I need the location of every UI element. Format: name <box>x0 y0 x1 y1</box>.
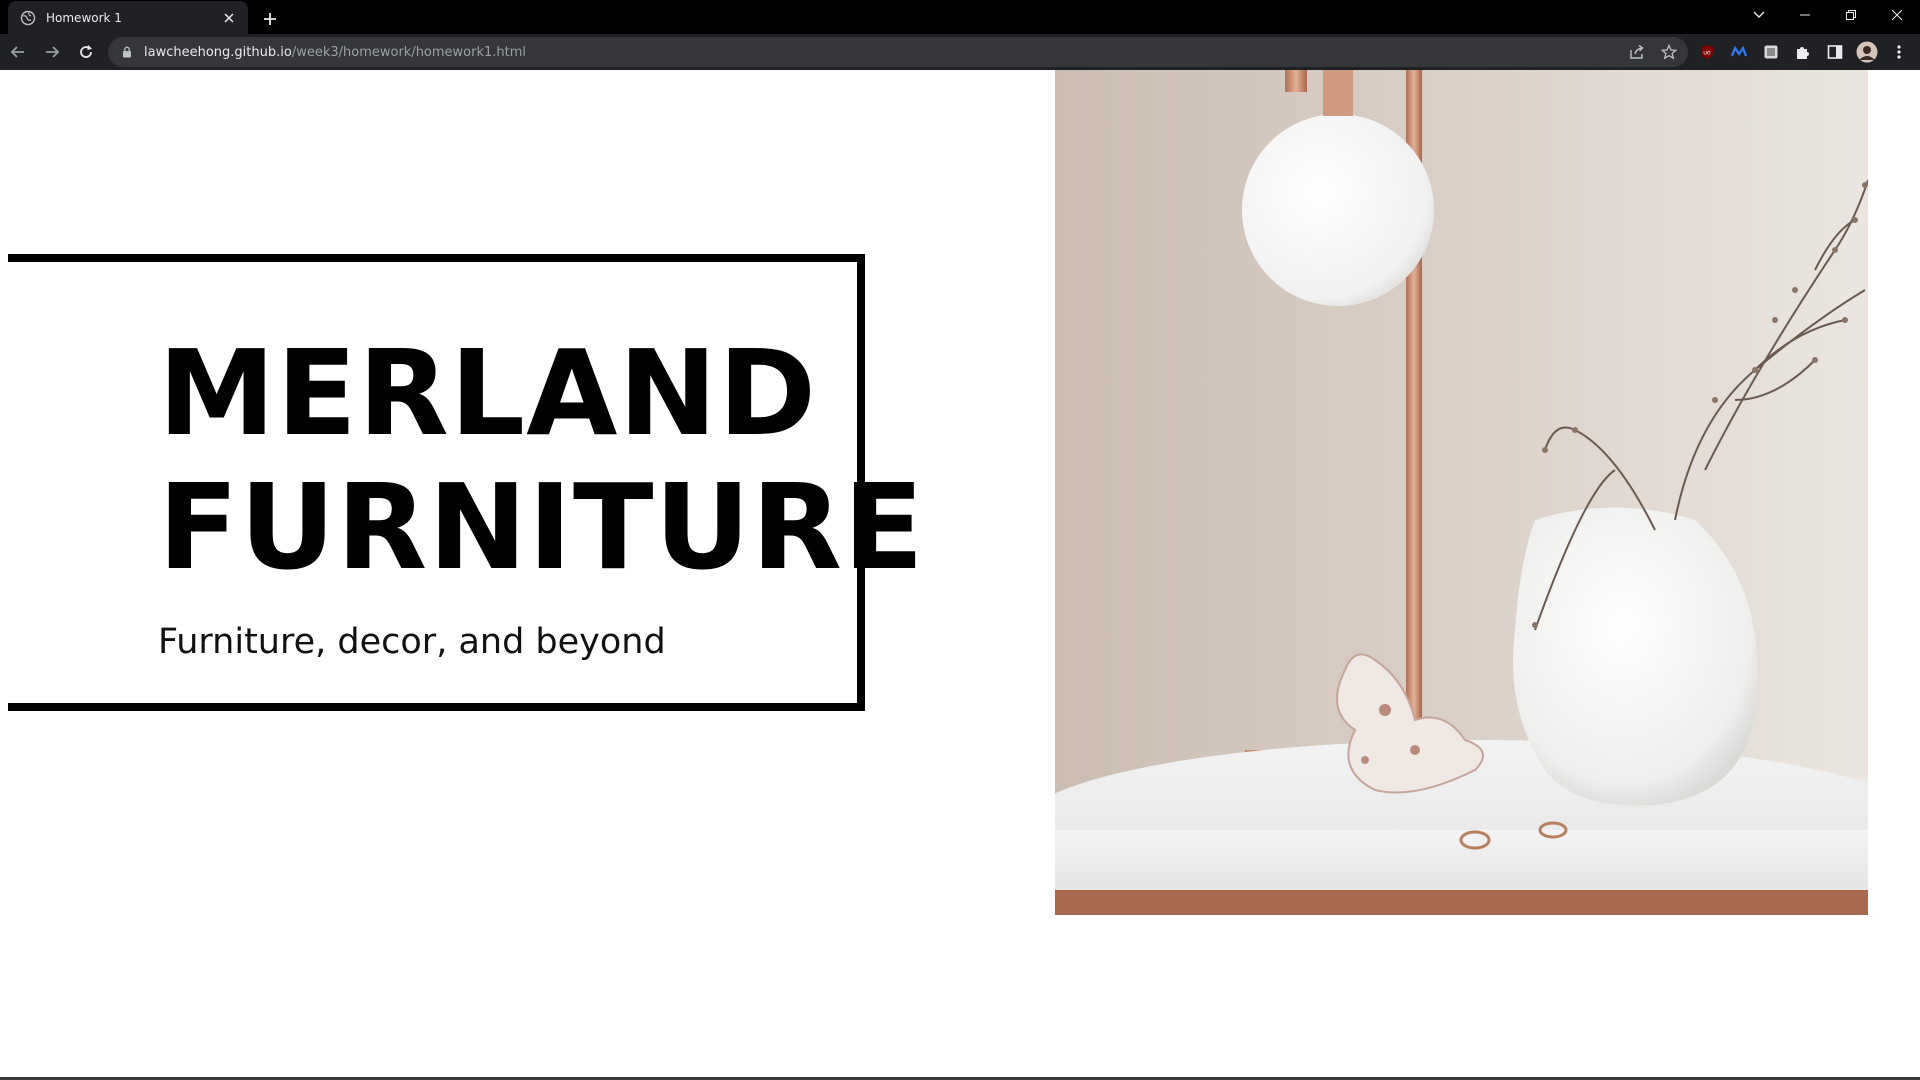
arrow-right-icon <box>46 46 60 58</box>
tab-search-button[interactable] <box>1736 0 1782 30</box>
back-button[interactable] <box>2 36 34 68</box>
brand-title-line-2: FURNITURE <box>158 458 925 596</box>
globe-icon <box>20 10 36 26</box>
close-icon <box>1892 10 1902 20</box>
tab-title: Homework 1 <box>46 10 122 25</box>
reload-icon <box>80 45 92 58</box>
tagline: Furniture, decor, and beyond <box>158 622 666 662</box>
minimize-button[interactable] <box>1782 0 1828 30</box>
puzzle-icon[interactable] <box>1790 39 1816 65</box>
extension-m-icon[interactable] <box>1726 39 1752 65</box>
side-panel-icon[interactable] <box>1822 39 1848 65</box>
kebab-menu-icon[interactable] <box>1886 39 1912 65</box>
share-icon[interactable] <box>1626 41 1648 63</box>
arrow-left-icon <box>10 46 24 58</box>
bookmark-star-icon[interactable] <box>1658 41 1680 63</box>
reload-button[interactable] <box>70 36 102 68</box>
browser-toolbar: lawcheehong.github.io/week3/homework/hom… <box>0 34 1920 70</box>
brand-title-line-1: MERLAND <box>158 324 818 462</box>
address-bar[interactable]: lawcheehong.github.io/week3/homework/hom… <box>108 37 1688 67</box>
close-window-button[interactable] <box>1874 0 1920 30</box>
avatar[interactable] <box>1854 39 1880 65</box>
minimize-icon <box>1800 14 1810 16</box>
restore-icon <box>1846 10 1856 20</box>
extensions-area: uo <box>1694 34 1912 70</box>
page-viewport: MERLAND FURNITURE Furniture, decor, and … <box>0 70 1920 1080</box>
ublock-icon[interactable]: uo <box>1694 39 1720 65</box>
url-host: lawcheehong.github.io <box>144 44 292 60</box>
forward-button[interactable] <box>36 36 68 68</box>
extension-image-icon[interactable] <box>1758 39 1784 65</box>
url-text[interactable]: lawcheehong.github.io/week3/homework/hom… <box>144 45 526 60</box>
chevron-down-icon <box>1753 11 1765 18</box>
lock-icon[interactable] <box>120 45 134 59</box>
url-path: /week3/homework/homework1.html <box>291 44 527 60</box>
svg-text:uo: uo <box>1703 50 1711 57</box>
close-icon[interactable] <box>220 9 238 27</box>
restore-button[interactable] <box>1828 0 1874 30</box>
tab-strip: Homework 1 <box>0 0 1920 34</box>
hero-frame: MERLAND FURNITURE Furniture, decor, and … <box>8 254 924 711</box>
hero-image <box>1055 70 1868 915</box>
browser-tab[interactable]: Homework 1 <box>8 1 248 34</box>
window-controls <box>1736 0 1920 30</box>
new-tab-button[interactable] <box>256 5 284 33</box>
plus-icon <box>264 13 276 25</box>
